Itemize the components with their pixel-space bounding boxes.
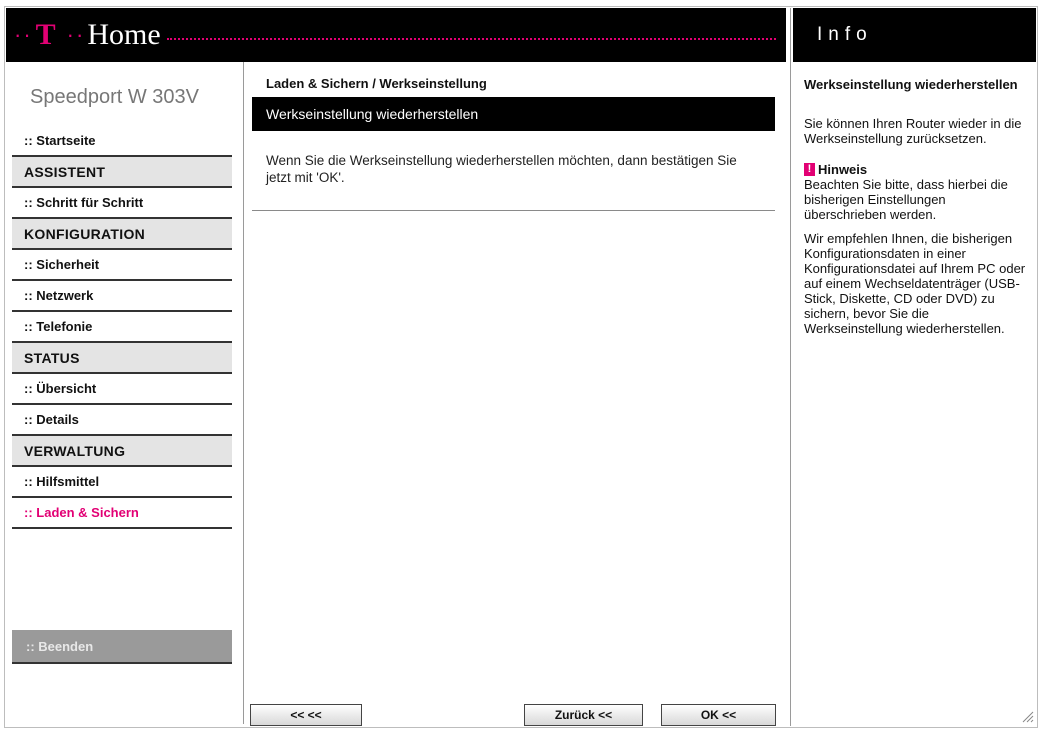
- breadcrumb: Laden & Sichern / Werkseinstellung: [266, 76, 487, 91]
- brand-home: Home: [87, 18, 161, 51]
- info-heading: Werkseinstellung wiederherstellen: [804, 77, 1018, 92]
- info-divider: [790, 8, 791, 726]
- resize-grip-icon[interactable]: [1020, 709, 1034, 723]
- sidebar-section-verwaltung: VERWALTUNG: [12, 436, 232, 467]
- banner-dots-left: ··: [14, 22, 33, 47]
- info-paragraph-1: Sie können Ihren Router wieder in die We…: [804, 116, 1022, 146]
- content-divider: [252, 210, 775, 211]
- back-to-start-button[interactable]: << <<: [250, 704, 362, 726]
- sidebar-item-details[interactable]: :: Details: [12, 405, 232, 436]
- warning-icon: !: [804, 163, 815, 176]
- sidebar-item-schritt-fuer-schritt[interactable]: :: Schritt für Schritt: [12, 188, 232, 219]
- ok-button[interactable]: OK <<: [661, 704, 776, 726]
- sidebar-item-telefonie[interactable]: :: Telefonie: [12, 312, 232, 343]
- info-panel: Werkseinstellung wiederherstellen Sie kö…: [804, 76, 1030, 336]
- top-banner: ·· T ·· Home: [6, 8, 786, 62]
- back-button[interactable]: Zurück <<: [524, 704, 643, 726]
- hint-heading: ! Hinweis: [804, 162, 1030, 177]
- sidebar-divider: [243, 62, 244, 724]
- info-paragraph-2: Wir empfehlen Ihnen, die bisherigen Konf…: [804, 231, 1026, 336]
- sidebar-item-netzwerk[interactable]: :: Netzwerk: [12, 281, 232, 312]
- sidebar-item-sicherheit[interactable]: :: Sicherheit: [12, 250, 232, 281]
- logout-button[interactable]: :: Beenden: [12, 630, 232, 664]
- sidebar-section-assistent: ASSISTENT: [12, 157, 232, 188]
- info-panel-title: Info: [793, 8, 1036, 62]
- product-name: Speedport W 303V: [30, 86, 199, 108]
- sidebar-item-uebersicht[interactable]: :: Übersicht: [12, 374, 232, 405]
- sidebar-item-laden-sichern[interactable]: :: Laden & Sichern: [12, 498, 232, 529]
- hint-text: Beachten Sie bitte, dass hierbei die bis…: [804, 177, 1008, 222]
- banner-dots-mid: ··: [66, 22, 86, 47]
- confirm-message: Wenn Sie die Werkseinstellung wiederhers…: [266, 153, 737, 185]
- sidebar-section-status: STATUS: [12, 343, 232, 374]
- telekom-logo: T: [35, 18, 56, 51]
- banner-dotted-line: [166, 38, 776, 40]
- hint-label: Hinweis: [818, 162, 868, 177]
- sidebar-item-hilfsmittel[interactable]: :: Hilfsmittel: [12, 467, 232, 498]
- page-title: Werkseinstellung wiederherstellen: [252, 97, 775, 131]
- sidebar-nav: :: Startseite ASSISTENT :: Schritt für S…: [12, 126, 232, 529]
- sidebar-item-startseite[interactable]: :: Startseite: [12, 126, 232, 157]
- sidebar-section-konfiguration: KONFIGURATION: [12, 219, 232, 250]
